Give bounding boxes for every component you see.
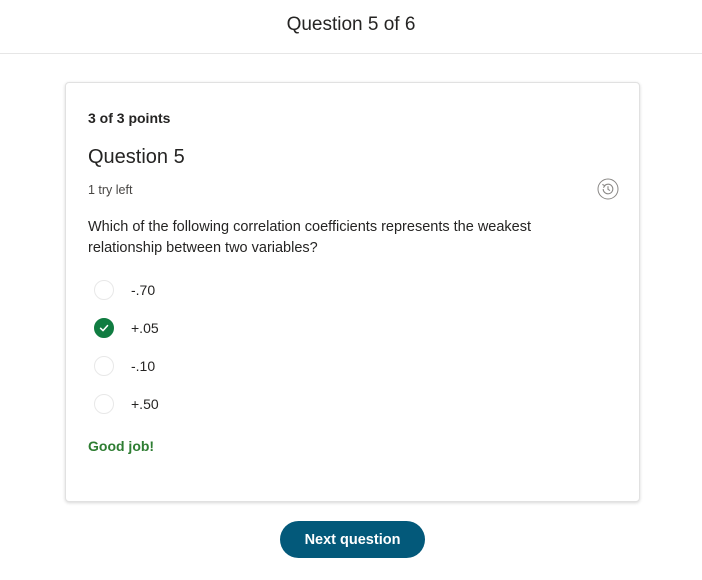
points-score: 3 of 3 points bbox=[88, 110, 171, 126]
radio-button[interactable] bbox=[94, 394, 114, 414]
radio-button[interactable] bbox=[94, 356, 114, 376]
radio-button[interactable] bbox=[94, 280, 114, 300]
feedback-message: Good job! bbox=[88, 438, 155, 454]
option-label: +.05 bbox=[131, 320, 159, 336]
check-icon bbox=[99, 324, 109, 332]
answer-option[interactable]: -.70 bbox=[94, 278, 394, 302]
tries-left: 1 try left bbox=[88, 183, 133, 197]
next-question-button[interactable]: Next question bbox=[280, 521, 425, 558]
option-label: +.50 bbox=[131, 396, 159, 412]
option-label: -.70 bbox=[131, 282, 156, 298]
answer-option-selected[interactable]: +.05 bbox=[94, 316, 394, 340]
question-card: 3 of 3 points Question 5 1 try left Whic… bbox=[65, 82, 640, 502]
page-header: Question 5 of 6 bbox=[0, 0, 702, 54]
option-label: -.10 bbox=[131, 358, 156, 374]
radio-button-checked[interactable] bbox=[94, 318, 114, 338]
answer-option[interactable]: -.10 bbox=[94, 354, 394, 378]
history-icon[interactable] bbox=[597, 178, 619, 200]
question-title: Question 5 bbox=[88, 146, 185, 168]
page-title: Question 5 of 6 bbox=[286, 13, 416, 35]
question-prompt: Which of the following correlation coeff… bbox=[88, 219, 532, 256]
answer-option[interactable]: +.50 bbox=[94, 392, 394, 416]
